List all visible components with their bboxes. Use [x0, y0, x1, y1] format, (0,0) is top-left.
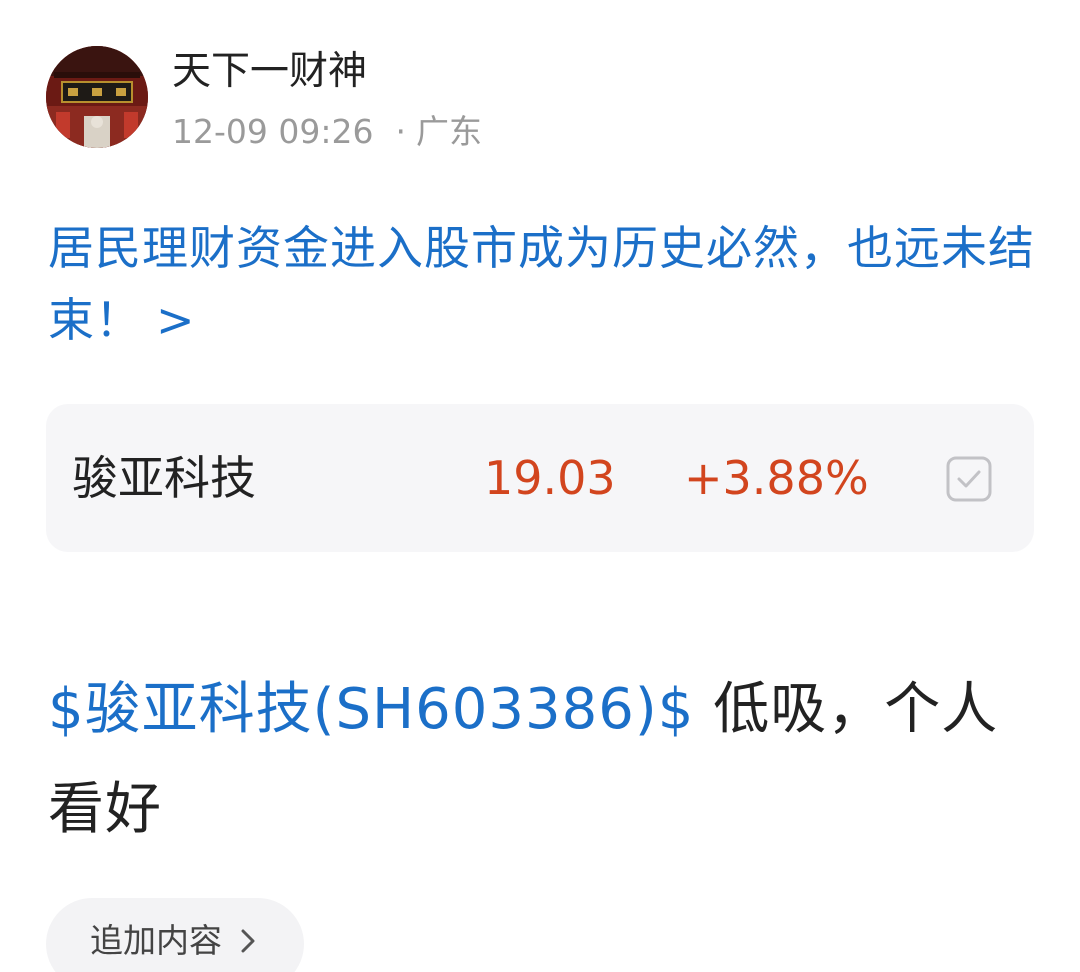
post-page: 天下一财神 12-09 09:26 · 广东 居民理财资金进入股市成为历史必然，也远… — [0, 0, 1080, 972]
chevron-right-icon — [240, 900, 256, 972]
add-content-label: 追加内容 — [90, 921, 222, 960]
post-location: 广东 — [415, 112, 482, 151]
stock-name: 骏亚科技 — [72, 451, 256, 505]
checkbox-icon[interactable] — [946, 456, 992, 502]
stock-card[interactable]: 骏亚科技 19.03 +3.88% — [46, 404, 1034, 552]
post-timestamp: 12-09 09:26 — [172, 112, 374, 151]
post-title-text: 居民理财资金进入股市成为历史必然，也远未结束！ — [48, 221, 1035, 347]
meta-separator: · — [395, 112, 406, 151]
avatar-image — [46, 46, 148, 148]
stock-change: +3.88% — [684, 451, 869, 505]
author-name[interactable]: 天下一财神 — [172, 46, 367, 98]
post-title-link[interactable]: 居民理财资金进入股市成为历史必然，也远未结束！ > — [48, 212, 1038, 356]
stock-price: 19.03 — [484, 451, 616, 505]
avatar[interactable] — [46, 46, 148, 148]
stock-tag-link[interactable]: $骏亚科技(SH603386)$ — [48, 677, 694, 742]
title-chevron: > — [156, 293, 196, 347]
post-body: $骏亚科技(SH603386)$ 低吸，个人看好 — [48, 660, 1038, 860]
post-meta: 12-09 09:26 · 广东 — [172, 110, 482, 154]
add-content-button[interactable]: 追加内容 — [46, 898, 304, 972]
